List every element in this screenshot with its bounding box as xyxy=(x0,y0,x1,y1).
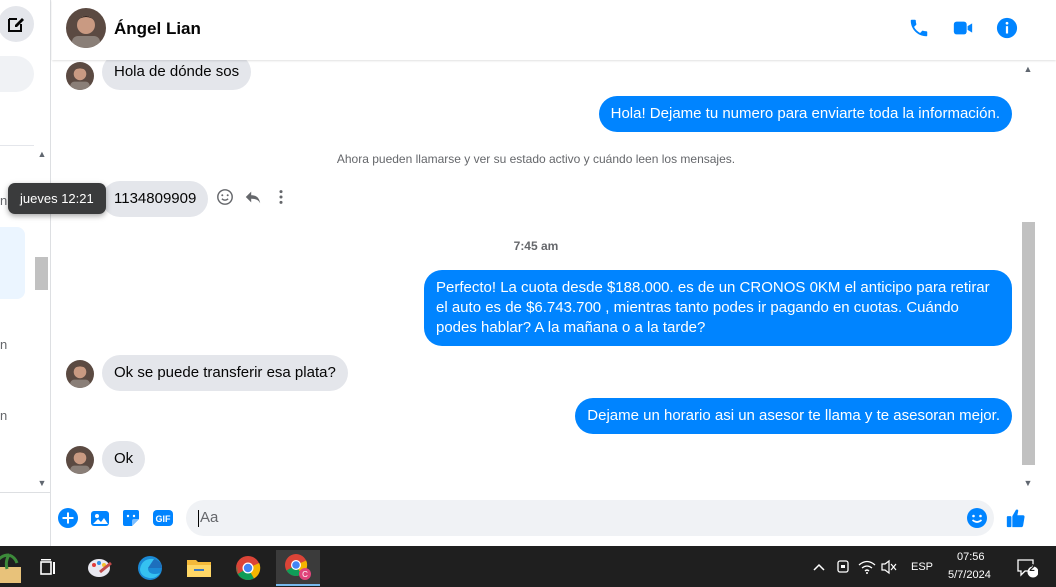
message-list: Hola de dónde sos Hola! Dejame tu numero… xyxy=(52,60,1020,496)
windows-taskbar: C ESP 07:56 5/7/2024 2 xyxy=(0,546,1056,587)
more-options-icon[interactable] xyxy=(272,188,290,206)
phone-icon[interactable] xyxy=(907,16,931,40)
gif-icon[interactable]: GIF xyxy=(152,507,174,529)
incoming-message[interactable]: Ok xyxy=(102,441,146,477)
sidebar-divider xyxy=(0,492,50,493)
system-notice: Ahora pueden llamarse y ver su estado ac… xyxy=(336,152,736,166)
new-message-button[interactable] xyxy=(0,6,34,42)
outgoing-message[interactable]: Hola! Dejame tu numero para enviarte tod… xyxy=(598,96,1012,132)
video-icon[interactable] xyxy=(951,16,975,40)
sidebar-scroll-down-arrow[interactable]: ▼ xyxy=(35,476,49,490)
file-explorer-icon[interactable] xyxy=(177,550,221,586)
scroll-down-arrow[interactable]: ▼ xyxy=(1022,477,1034,489)
chrome-browser-icon[interactable] xyxy=(226,550,270,586)
outgoing-message[interactable]: Dejame un horario asi un asesor te llama… xyxy=(575,398,1012,434)
timestamp-tooltip: jueves 12:21 xyxy=(8,183,106,214)
sticker-icon[interactable] xyxy=(120,507,142,529)
sidebar-item-fragment[interactable]: n xyxy=(0,193,7,208)
message-actions xyxy=(216,188,290,206)
paint-icon[interactable] xyxy=(78,550,122,586)
sidebar-item-fragment[interactable]: n xyxy=(0,337,7,352)
timestamp-separator: 7:45 am xyxy=(513,239,559,253)
reply-icon[interactable] xyxy=(244,188,262,206)
chat-header: Ángel Lian xyxy=(52,0,1056,60)
show-hidden-icons-chevron-icon[interactable] xyxy=(810,558,828,576)
volume-muted-icon[interactable] xyxy=(880,558,898,576)
chrome-profile-browser-icon[interactable]: C xyxy=(276,550,320,586)
sidebar-selected-conversation[interactable] xyxy=(0,227,25,299)
contact-name[interactable]: Ángel Lian xyxy=(114,19,201,39)
contact-avatar-small xyxy=(66,360,94,388)
meet-now-icon[interactable] xyxy=(834,558,852,576)
sidebar-scroll-up-arrow[interactable]: ▲ xyxy=(35,147,49,161)
notification-count-badge: 2 xyxy=(1029,563,1035,574)
scroll-up-arrow[interactable]: ▲ xyxy=(1022,63,1034,75)
incoming-message[interactable]: Ok se puede transferir esa plata? xyxy=(102,355,348,391)
incoming-message[interactable]: 1134809909 xyxy=(102,181,209,217)
compose-icon xyxy=(8,18,24,32)
sidebar-divider xyxy=(0,145,34,146)
contact-avatar-small xyxy=(66,62,94,90)
message-scrollbar-thumb[interactable] xyxy=(1022,222,1035,465)
text-caret xyxy=(198,509,199,527)
react-icon[interactable] xyxy=(216,188,234,206)
sidebar-item-fragment[interactable]: n xyxy=(0,408,7,423)
message-input[interactable]: Aa xyxy=(186,500,994,536)
plus-icon[interactable] xyxy=(57,507,79,529)
conversation-sidebar: ▲ n n n ▼ xyxy=(0,0,51,546)
outgoing-message[interactable]: Perfecto! La cuota desde $188.000. es de… xyxy=(424,270,1012,346)
input-language[interactable]: ESP xyxy=(911,561,933,573)
clock-time[interactable]: 07:56 xyxy=(957,551,985,563)
notification-center-icon[interactable]: 2 xyxy=(1014,557,1040,579)
clock-date[interactable]: 5/7/2024 xyxy=(948,569,991,581)
sidebar-scrollbar-thumb[interactable] xyxy=(35,257,48,290)
svg-text:GIF: GIF xyxy=(156,514,172,524)
like-icon[interactable] xyxy=(1005,507,1027,529)
contact-avatar-small xyxy=(66,446,94,474)
desktop-thumbnail-icon[interactable] xyxy=(0,550,28,586)
message-input-placeholder: Aa xyxy=(200,509,219,526)
gallery-icon[interactable] xyxy=(89,507,111,529)
info-icon[interactable] xyxy=(995,16,1019,40)
task-view-icon[interactable] xyxy=(26,550,70,586)
wifi-icon[interactable] xyxy=(858,558,876,576)
message-composer: GIF Aa ▼ xyxy=(52,496,1056,546)
contact-avatar[interactable] xyxy=(66,8,106,48)
svg-text:C: C xyxy=(302,570,308,579)
incoming-message[interactable]: Hola de dónde sos xyxy=(102,60,252,90)
emoji-icon[interactable] xyxy=(966,507,988,529)
edge-browser-icon[interactable] xyxy=(128,550,172,586)
sidebar-search-input[interactable] xyxy=(0,56,34,92)
